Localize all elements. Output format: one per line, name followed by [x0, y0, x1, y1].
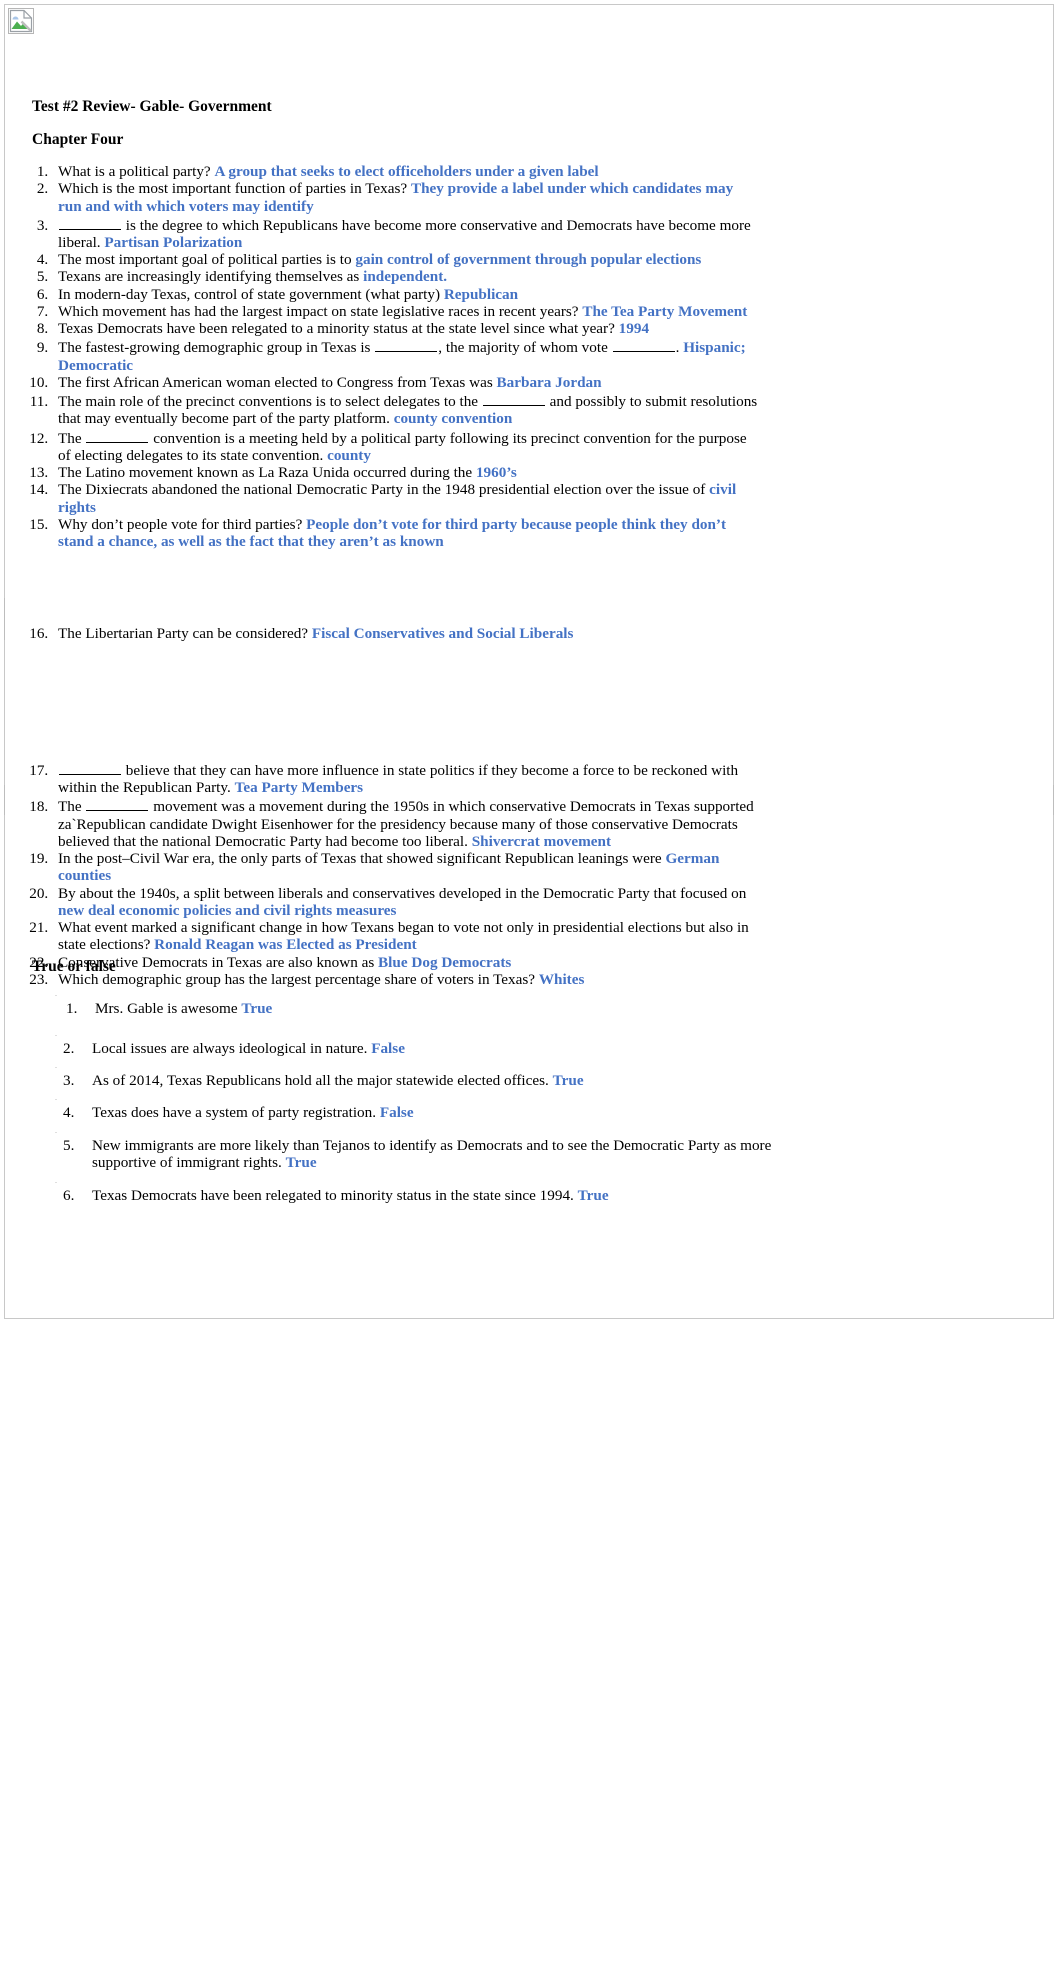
list-artifact-mark: ∙∙	[55, 994, 57, 999]
answer-text: German counties	[58, 850, 720, 885]
fill-in-blank	[59, 215, 121, 230]
question-item: The movement was a movement during the 1…	[52, 796, 758, 850]
answer-text: True	[577, 1187, 609, 1204]
question-item: By about the 1940s, a split between libe…	[52, 885, 758, 920]
answer-text: Ronald Reagan was Elected as President	[154, 936, 417, 954]
answer-text: People don’t vote for third party becaus…	[58, 515, 727, 551]
true-false-item: ∙∙ 5. New immigrants are more likely than …	[55, 1131, 772, 1172]
page-title: Test #2 Review- Gable- Government	[32, 98, 272, 115]
list-artifact-mark: ∙∙	[55, 1034, 57, 1039]
fill-in-blank	[86, 796, 149, 812]
answer-text: independent.	[363, 268, 448, 286]
question-item: Texas Democrats have been relegated to a…	[52, 320, 758, 337]
true-false-item: ∙∙ 4. Texas does have a system of party re…	[55, 1098, 414, 1121]
true-false-heading: True or false	[32, 958, 116, 975]
question-item: is the degree to which Republicans have …	[52, 215, 758, 251]
question-item: Why don’t people vote for third parties?…	[52, 516, 758, 551]
answer-text: new deal economic policies and civil rig…	[58, 901, 397, 919]
answer-text: True	[241, 1000, 273, 1017]
question-item: Which is the most important function of …	[52, 180, 758, 215]
question-item: believe that they can have more influenc…	[52, 760, 758, 796]
true-false-item: ∙∙ 6. Texas Democrats have been relegated …	[55, 1181, 609, 1204]
fill-in-blank	[612, 337, 675, 353]
answer-text: They provide a label under which candida…	[58, 180, 734, 215]
document-page: Test #2 Review- Gable- Government Chapte…	[0, 0, 1062, 1988]
question-item: The most important goal of political par…	[52, 251, 758, 268]
true-false-item: ∙∙ 3. As of 2014, Texas Republicans hold a…	[55, 1066, 584, 1089]
broken-image-icon	[8, 8, 34, 34]
true-false-number: 6.	[63, 1187, 75, 1204]
true-false-number: 3.	[63, 1072, 75, 1089]
question-list-part1: What is a political party? A group that …	[0, 163, 758, 550]
fill-in-blank	[86, 428, 149, 443]
true-false-number: 2.	[63, 1040, 75, 1057]
answer-text: Barbara Jordan	[496, 373, 602, 391]
answer-text: Tea Party Members	[234, 779, 364, 797]
true-false-number: 5.	[63, 1137, 75, 1154]
answer-text: county	[327, 446, 371, 464]
question-item: The fastest-growing demographic group in…	[52, 337, 758, 373]
answer-text: gain control of government through popul…	[355, 251, 702, 269]
list-artifact-mark: ∙∙	[55, 1181, 57, 1186]
answer-text: Shivercrat movement	[471, 832, 612, 850]
true-false-item: ∙∙ 1. Mrs. Gable is awesome True	[55, 994, 273, 1017]
true-false-number: 1.	[66, 1000, 78, 1017]
question-item: What event marked a significant change i…	[52, 919, 758, 954]
chapter-heading: Chapter Four	[32, 131, 124, 148]
question-list-part2: The Libertarian Party can be considered?…	[0, 625, 758, 642]
question-list-part3: believe that they can have more influenc…	[0, 760, 758, 988]
page-break-tick-right-2	[1053, 785, 1054, 815]
answer-text: Whites	[538, 970, 585, 988]
list-artifact-mark: ∙∙	[55, 1066, 57, 1071]
question-item: The Dixiecrats abandoned the national De…	[52, 481, 758, 516]
fill-in-blank	[59, 760, 121, 775]
true-false-number: 4.	[63, 1104, 75, 1121]
answer-text: False	[371, 1040, 405, 1057]
answer-text: True	[552, 1072, 584, 1089]
true-false-item: ∙∙ 2. Local issues are always ideological …	[55, 1034, 405, 1057]
question-item: The convention is a meeting held by a po…	[52, 428, 758, 464]
question-item: Texans are increasingly identifying them…	[52, 268, 758, 285]
answer-text: Blue Dog Democrats	[378, 953, 512, 971]
answer-text: True	[285, 1154, 317, 1172]
fill-in-blank	[482, 391, 545, 407]
list-artifact-mark: ∙∙	[55, 1098, 57, 1103]
question-item: The Libertarian Party can be considered?…	[52, 625, 758, 642]
fill-in-blank	[375, 337, 438, 353]
answer-text: Partisan Polarization	[104, 233, 243, 251]
question-item: The main role of the precinct convention…	[52, 391, 758, 427]
answer-text: 1994	[618, 320, 650, 338]
answer-text: civil rights	[58, 481, 737, 516]
answer-text: county convention	[393, 410, 513, 428]
question-item: In modern-day Texas, control of state go…	[52, 286, 758, 303]
answer-text: A group that seeks to elect officeholder…	[214, 163, 599, 180]
answer-text: False	[379, 1104, 414, 1121]
answer-text: The Tea Party Movement	[582, 302, 748, 320]
list-artifact-mark: ∙∙	[55, 1131, 57, 1136]
question-item: Conservative Democrats in Texas are also…	[52, 954, 758, 971]
question-item: The Latino movement known as La Raza Uni…	[52, 464, 758, 481]
answer-text: 1960’s	[475, 464, 517, 482]
answer-text: Fiscal Conservatives and Social Liberals	[311, 625, 574, 642]
question-item: In the post–Civil War era, the only part…	[52, 850, 758, 885]
question-item: The first African American woman elected…	[52, 374, 758, 391]
question-item: Which movement has had the largest impac…	[52, 303, 758, 320]
question-item: Which demographic group has the largest …	[52, 971, 758, 988]
question-item: What is a political party? A group that …	[52, 163, 758, 180]
answer-text: Republican	[443, 285, 519, 303]
